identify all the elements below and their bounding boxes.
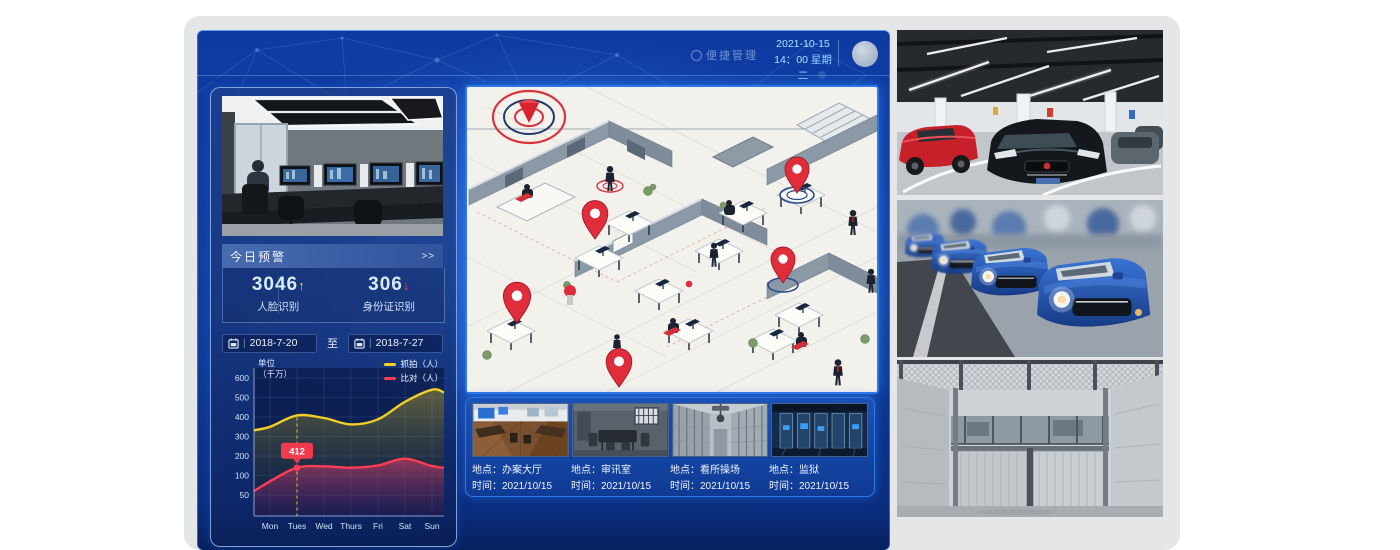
interrogation-room-image	[573, 404, 668, 456]
svg-text:300: 300	[235, 432, 249, 442]
header-date: 2021-10-15	[771, 36, 835, 52]
trend-chart[interactable]: 单位 （千万） 抓拍（人） 比对（人）	[216, 356, 449, 542]
svg-text:Sun: Sun	[424, 521, 439, 531]
camera-caption: 地点：监狱 时间：2021/10/15	[769, 463, 868, 495]
stats-divider	[278, 276, 279, 314]
stat-value: 306	[368, 274, 403, 295]
header-underline	[197, 75, 890, 76]
svg-text:400: 400	[235, 412, 249, 422]
camera-location: 地点：看所操场	[670, 463, 769, 479]
photo-parking-garage	[897, 30, 1163, 195]
user-avatar[interactable]	[852, 41, 878, 67]
date-range-row: | 2018-7-20 至 | 2018-7-27	[222, 333, 443, 353]
svg-text:50: 50	[240, 490, 250, 500]
camera-thumbnails	[472, 403, 868, 457]
blue-cars-image	[897, 200, 1163, 357]
date-range-separator: 至	[327, 335, 338, 351]
camera-time: 时间：2021/10/15	[769, 479, 868, 495]
svg-text:500: 500	[235, 393, 249, 403]
left-panel: 今日预警 >> 3046↑ 人脸识别 306↓ 身份证识别	[210, 87, 457, 547]
camera-thumbnail-prison[interactable]	[771, 403, 868, 457]
stat-id-recognition: 306↓ 身份证识别	[334, 268, 445, 322]
camera-caption: 地点：审讯室 时间：2021/10/15	[571, 463, 670, 495]
app-title-group: 便捷管理	[691, 47, 758, 63]
facility-map[interactable]	[465, 85, 879, 394]
legend-item-compare: 比对（人）	[384, 372, 443, 384]
camera-location: 地点：监狱	[769, 463, 868, 479]
prison-room-image	[772, 404, 867, 456]
calendar-icon	[354, 338, 365, 349]
camera-thumbnail-hall[interactable]	[472, 403, 569, 457]
header-datetime: 2021-10-15 14：00 星期二	[771, 36, 835, 84]
calendar-icon	[228, 338, 239, 349]
camera-caption: 地点：看所操场 时间：2021/10/15	[670, 463, 769, 495]
alerts-more-button[interactable]: >>	[421, 251, 435, 262]
camera-time: 时间：2021/10/15	[472, 479, 571, 495]
photo-gate-building	[897, 360, 1163, 517]
end-date-value: 2018-7-27	[376, 337, 424, 349]
legend-swatch-red	[384, 377, 396, 380]
dashboard: 便捷管理 2021-10-15 14：00 星期二	[197, 30, 890, 550]
svg-text:Fri: Fri	[373, 521, 383, 531]
button-divider: |	[243, 338, 246, 349]
alerts-title: 今日预警	[230, 248, 286, 265]
legend-swatch-yellow	[384, 363, 396, 366]
svg-text:600: 600	[235, 373, 249, 383]
monitoring-room-image	[222, 96, 443, 236]
chart-legend: 抓拍（人） 比对（人）	[384, 358, 443, 386]
legend-item-capture: 抓拍（人）	[384, 358, 443, 370]
camera-caption: 地点：办案大厅 时间：2021/10/15	[472, 463, 571, 495]
svg-text:100: 100	[235, 471, 249, 481]
end-date-picker[interactable]: | 2018-7-27	[348, 334, 443, 353]
chart-unit-label: 单位 （千万）	[258, 358, 292, 380]
svg-text:Sat: Sat	[399, 521, 412, 531]
alerts-header: 今日预警 >>	[222, 244, 443, 268]
gate-building-image	[897, 360, 1163, 517]
photo-monitoring-room	[222, 96, 443, 236]
stat-face-recognition: 3046↑ 人脸识别	[223, 268, 334, 322]
camera-time: 时间：2021/10/15	[670, 479, 769, 495]
detention-yard-image	[673, 404, 768, 456]
camera-location: 地点：审讯室	[571, 463, 670, 479]
app-logo-icon	[691, 50, 702, 61]
parking-garage-image	[897, 30, 1163, 195]
header-divider	[838, 40, 839, 66]
stat-label: 身份证识别	[334, 299, 445, 314]
camera-thumbnail-interrogation[interactable]	[572, 403, 669, 457]
facility-map-image	[467, 87, 877, 392]
camera-location: 地点：办案大厅	[472, 463, 571, 479]
start-date-picker[interactable]: | 2018-7-20	[222, 334, 317, 353]
camera-thumbnail-yard[interactable]	[672, 403, 769, 457]
camera-time: 时间：2021/10/15	[571, 479, 670, 495]
button-divider: |	[369, 338, 372, 349]
hall-image	[473, 404, 568, 456]
svg-text:Mon: Mon	[262, 521, 279, 531]
svg-text:Wed: Wed	[315, 521, 333, 531]
photo-blue-cars	[897, 200, 1163, 357]
svg-text:Tues: Tues	[288, 521, 307, 531]
start-date-value: 2018-7-20	[250, 337, 298, 349]
stat-value: 3046	[252, 274, 298, 295]
svg-text:412: 412	[289, 447, 305, 458]
trend-down-icon: ↓	[403, 278, 410, 293]
camera-captions: 地点：办案大厅 时间：2021/10/15 地点：审讯室 时间：2021/10/…	[472, 463, 868, 495]
svg-text:Thurs: Thurs	[340, 521, 362, 531]
alerts-stats: 3046↑ 人脸识别 306↓ 身份证识别	[222, 268, 445, 323]
camera-panel: 地点：办案大厅 时间：2021/10/15 地点：审讯室 时间：2021/10/…	[465, 397, 875, 497]
app-title: 便捷管理	[706, 47, 758, 63]
header-time-weekday: 14：00 星期二	[771, 52, 835, 84]
svg-text:200: 200	[235, 451, 249, 461]
trend-up-icon: ↑	[298, 278, 305, 293]
